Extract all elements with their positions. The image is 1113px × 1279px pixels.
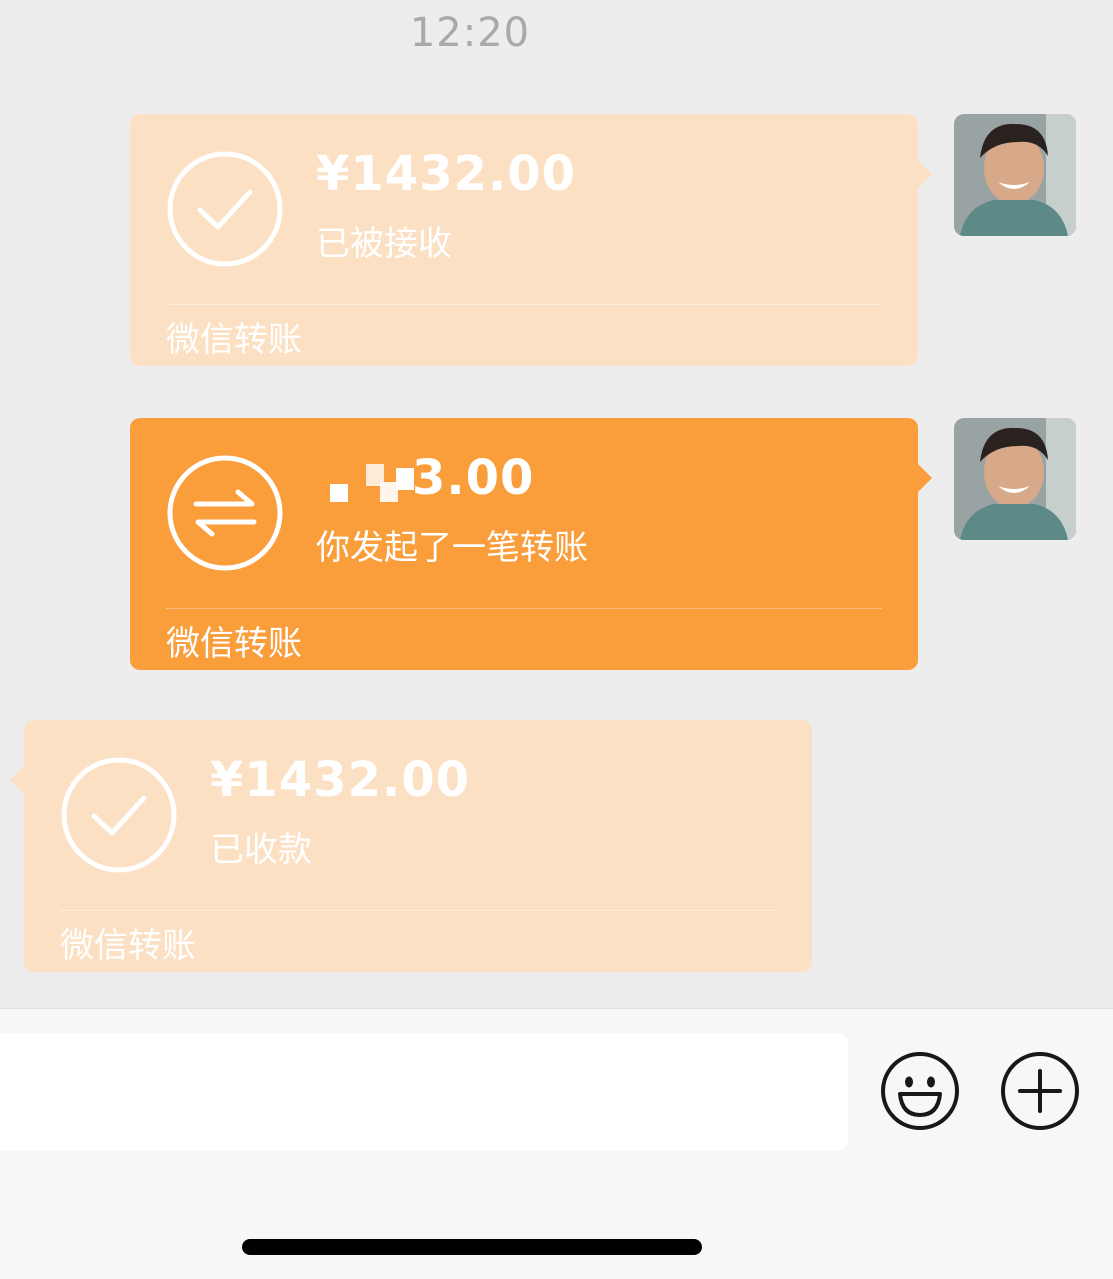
checkmark-circle-icon — [167, 151, 283, 267]
avatar[interactable] — [954, 418, 1076, 540]
bubble-tail — [10, 766, 24, 794]
transfer-status: 你发起了一笔转账 — [316, 528, 588, 568]
avatar[interactable] — [954, 114, 1076, 236]
transfer-card-pending[interactable]: 3.00 你发起了一笔转账 微信转账 — [130, 418, 932, 670]
avatar-photo — [954, 114, 1076, 236]
plus-circle-icon[interactable] — [1000, 1051, 1080, 1131]
transfer-status: 已被接收 — [316, 224, 452, 264]
bubble-tail — [918, 464, 932, 492]
avatar-photo — [954, 418, 1076, 540]
transfer-status: 已收款 — [210, 830, 312, 870]
amount-redaction — [330, 484, 348, 502]
transfer-arrows-icon — [167, 455, 283, 571]
transfer-amount: ¥1432.00 — [210, 752, 471, 808]
transfer-card-accepted[interactable]: ¥1432.00 已被接收 微信转账 — [130, 114, 932, 366]
transfer-footer-label: 微信转账 — [166, 624, 302, 664]
smiley-face-icon[interactable] — [880, 1051, 960, 1131]
transfer-amount: ¥1432.00 — [316, 146, 577, 202]
transfer-amount: 3.00 — [412, 450, 535, 506]
checkmark-circle-icon — [61, 757, 177, 873]
message-input-bar — [0, 1008, 1113, 1279]
card-divider — [60, 910, 776, 911]
bubble-tail — [918, 160, 932, 188]
home-indicator[interactable] — [242, 1239, 702, 1255]
card-divider — [166, 304, 882, 305]
chat-timestamp: 12:20 — [409, 10, 531, 56]
card-divider — [166, 608, 882, 609]
transfer-footer-label: 微信转账 — [166, 320, 302, 360]
message-input[interactable] — [0, 1033, 848, 1151]
transfer-footer-label: 微信转账 — [60, 926, 196, 966]
transfer-card-received[interactable]: ¥1432.00 已收款 微信转账 — [10, 720, 812, 972]
